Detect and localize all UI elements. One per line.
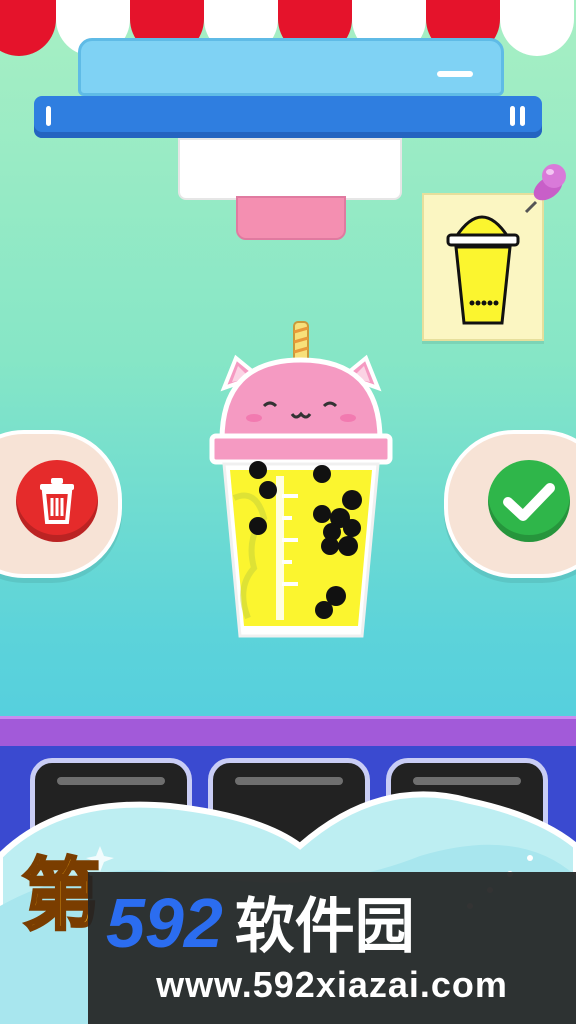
striped-straw-icon	[293, 321, 309, 363]
dispenser-top	[78, 38, 504, 96]
bubble-tea-cup[interactable]	[206, 318, 396, 648]
dispenser-nozzle[interactable]	[236, 196, 346, 240]
cat-face-lid-icon	[209, 354, 393, 465]
watermark-logo-text: 软件园	[234, 893, 415, 960]
check-icon	[503, 483, 555, 521]
game-scene: 第 592 软件园 www.592xiazai.com	[0, 0, 576, 1024]
confirm-button[interactable]	[444, 430, 576, 578]
watermark-banner: 592 软件园 www.592xiazai.com	[88, 872, 576, 1024]
dispenser-machine[interactable]	[34, 96, 542, 138]
watermark-logo-number: 592	[106, 884, 223, 962]
watermark-logo: 592 软件园	[106, 886, 566, 960]
dispenser-nozzle-housing	[178, 138, 402, 200]
watermark-url: www.592xiazai.com	[156, 964, 508, 1005]
delete-button[interactable]	[0, 430, 122, 578]
counter-rail	[0, 716, 576, 749]
recipe-card	[422, 193, 544, 341]
yellow-boba-cup-icon	[446, 215, 520, 325]
push-pin-icon	[524, 164, 566, 214]
trash-icon	[40, 478, 74, 524]
